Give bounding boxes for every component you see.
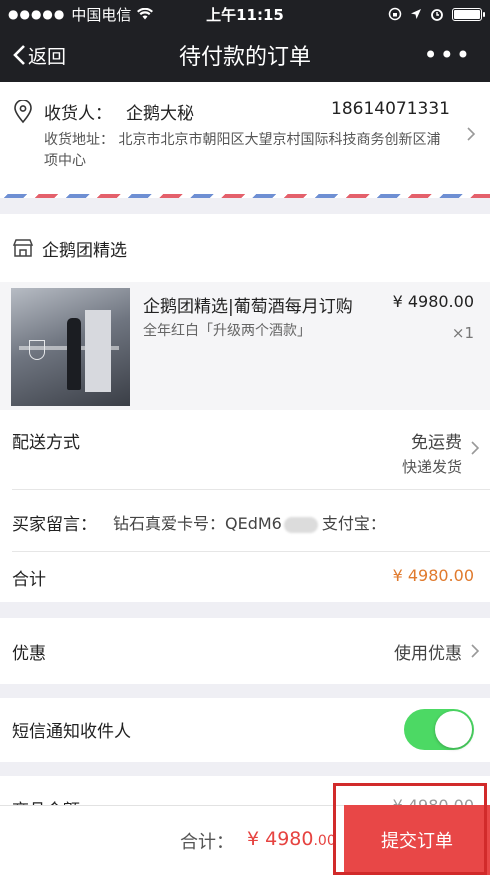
location-icon bbox=[411, 9, 421, 19]
product-price: ¥ 4980.00 bbox=[392, 292, 474, 311]
delivery-label: 配送方式 bbox=[12, 433, 80, 453]
highlight-frame bbox=[333, 783, 487, 875]
chevron-right-icon bbox=[471, 441, 480, 455]
buyer-message-field[interactable]: 钻石真爱卡号：QEdM6 支付宝： bbox=[113, 510, 386, 534]
delivery-fee: 免运费 bbox=[411, 433, 462, 453]
location-pin-icon bbox=[14, 100, 32, 124]
subtotal-amount: ¥ 4980.00 bbox=[392, 566, 474, 585]
receiver-phone: 18614071331 bbox=[331, 99, 450, 119]
redaction-mask bbox=[283, 516, 318, 533]
sms-label: 短信通知收件人 bbox=[12, 722, 131, 742]
chevron-right-icon bbox=[467, 127, 476, 141]
store-icon bbox=[12, 239, 34, 257]
sms-notify-row: 短信通知收件人 bbox=[0, 698, 490, 762]
airmail-border bbox=[0, 194, 490, 198]
battery-icon bbox=[452, 7, 485, 21]
page-title: 待付款的订单 bbox=[178, 45, 311, 70]
delivery-method: 快递发货 bbox=[401, 458, 462, 476]
subtotal-row: 合计 ¥ 4980.00 bbox=[0, 552, 490, 602]
message-text-before: 钻石真爱卡号：QEdM6 bbox=[113, 514, 282, 533]
signal-icon: ●●●●● bbox=[8, 7, 66, 21]
wifi-icon bbox=[137, 8, 154, 20]
product-quantity: ×1 bbox=[451, 324, 474, 342]
chevron-left-icon bbox=[13, 45, 25, 65]
nav-bar: 返回 待付款的订单 ••• bbox=[0, 28, 490, 82]
coupon-row[interactable]: 优惠 使用优惠 bbox=[0, 618, 490, 684]
product-image bbox=[11, 288, 130, 406]
total-label: 合计： bbox=[180, 832, 234, 853]
shipping-address: 收货地址： 北京市北京市朝阳区大望京村国际科技商务创新区浦项中心 bbox=[44, 132, 441, 169]
total-main: ¥ 4980 bbox=[247, 828, 314, 850]
sms-toggle[interactable] bbox=[404, 709, 474, 750]
delivery-method-row[interactable]: 配送方式 免运费 快递发货 bbox=[0, 410, 490, 490]
carrier-name: 中国电信 bbox=[71, 5, 132, 24]
more-button[interactable]: ••• bbox=[424, 41, 490, 69]
address-card[interactable]: 收货人： 企鹅大秘 18614071331 收货地址： 北京市北京市朝阳区大望京村… bbox=[0, 82, 490, 198]
back-label: 返回 bbox=[28, 45, 67, 68]
chevron-right-icon bbox=[471, 644, 480, 658]
back-button[interactable]: 返回 bbox=[0, 42, 66, 69]
product-spec: 全年红白「升级两个酒款」 bbox=[143, 323, 311, 339]
coupon-label: 优惠 bbox=[12, 644, 46, 664]
product-name: 企鹅团精选|葡萄酒每月订购 bbox=[143, 297, 353, 317]
subtotal-label: 合计 bbox=[12, 570, 46, 590]
product-item[interactable]: 企鹅团精选|葡萄酒每月订购 全年红白「升级两个酒款」 ¥ 4980.00 ×1 bbox=[0, 282, 490, 410]
receiver-name: 企鹅大秘 bbox=[126, 104, 194, 124]
alarm-icon bbox=[431, 9, 443, 21]
message-label: 买家留言： bbox=[12, 515, 97, 535]
receiver: 收货人： 企鹅大秘 bbox=[44, 99, 194, 124]
shop-header: 企鹅团精选 bbox=[0, 214, 490, 282]
rotation-lock-icon bbox=[388, 7, 402, 21]
status-bar: ●●●●● 中国电信 上午11:15 bbox=[0, 0, 490, 28]
total-amount: ¥ 4980.00 bbox=[247, 828, 336, 850]
receiver-label: 收货人： bbox=[44, 104, 112, 124]
buyer-message-row[interactable]: 买家留言： 钻石真爱卡号：QEdM6 支付宝： bbox=[0, 490, 490, 552]
shop-name: 企鹅团精选 bbox=[42, 240, 127, 261]
message-text-after: 支付宝： bbox=[321, 514, 386, 533]
toggle-knob bbox=[435, 711, 472, 748]
use-coupon-link[interactable]: 使用优惠 bbox=[394, 639, 462, 664]
